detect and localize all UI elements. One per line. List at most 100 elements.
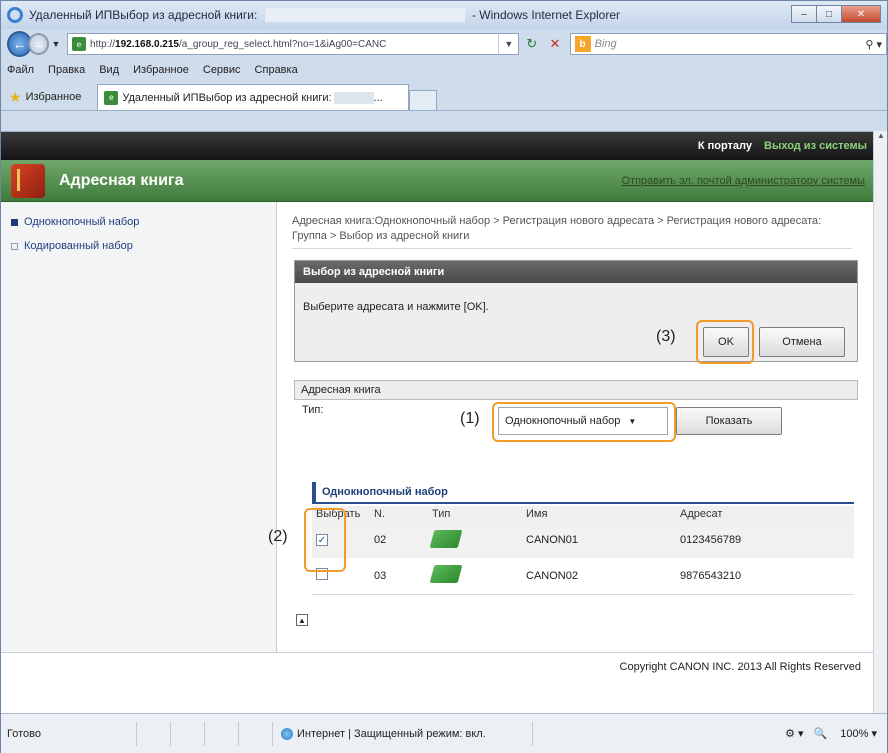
callout-ok-highlight bbox=[696, 320, 754, 364]
status-segment bbox=[205, 721, 239, 746]
maximize-button[interactable]: □ bbox=[816, 5, 842, 23]
mail-admin-link[interactable]: Отправить эл. почтой администратору сист… bbox=[621, 175, 865, 187]
page-title: Адресная книга bbox=[59, 171, 184, 189]
ie-logo-icon bbox=[7, 7, 23, 23]
security-zone[interactable]: Интернет | Защищенный режим: вкл. bbox=[273, 721, 533, 746]
table-header-row: Выбрать N. Тип Имя Адресат bbox=[312, 506, 854, 522]
search-placeholder: Bing bbox=[594, 38, 617, 50]
col-address: Адресат bbox=[676, 506, 854, 522]
security-zone-label: Интернет | Защищенный режим: вкл. bbox=[297, 727, 486, 740]
address-cell: 9876543210 bbox=[676, 558, 854, 595]
sidebar-item-coded-dial[interactable]: Кодированный набор bbox=[1, 234, 276, 258]
title-suffix: - Windows Internet Explorer bbox=[471, 7, 621, 22]
callout-label-1: (1) bbox=[460, 410, 480, 427]
menu-edit[interactable]: Правка bbox=[48, 64, 85, 76]
page-content: К порталу Выход из системы Адресная книг… bbox=[1, 131, 873, 713]
portal-bar: К порталу Выход из системы bbox=[1, 132, 873, 160]
col-number: N. bbox=[370, 506, 428, 522]
name-cell: CANON02 bbox=[522, 558, 676, 595]
sidebar-item-label: Однокнопочный набор bbox=[24, 216, 140, 228]
url-host: 192.168.0.215 bbox=[115, 38, 179, 50]
zoom-level: 100% bbox=[840, 728, 869, 740]
address-table: Выбрать N. Тип Имя Адресат ✓ 02 CANON01 … bbox=[312, 506, 854, 595]
tools-icon[interactable]: ⚙ ▾ bbox=[785, 727, 803, 740]
status-segment bbox=[239, 721, 273, 746]
menu-bar: Файл Правка Вид Избранное Сервис Справка bbox=[1, 59, 887, 81]
status-bar: Готово Интернет | Защищенный режим: вкл.… bbox=[1, 713, 887, 753]
one-touch-icon bbox=[429, 565, 463, 584]
page-scrollbar[interactable]: ▲ bbox=[873, 131, 887, 713]
breadcrumb: Адресная книга:Однокнопочный набор > Рег… bbox=[292, 214, 852, 249]
site-icon: e bbox=[72, 37, 87, 51]
favorites-bar: ★ Избранное e Удаленный ИПВыбор из адрес… bbox=[1, 81, 887, 111]
address-field[interactable]: e http://192.168.0.215/a_group_reg_selec… bbox=[67, 33, 520, 55]
one-touch-icon bbox=[429, 529, 463, 548]
show-button[interactable]: Показать bbox=[676, 407, 782, 435]
refresh-icon[interactable]: ↻ bbox=[521, 33, 542, 55]
status-segment bbox=[137, 721, 171, 746]
cancel-button[interactable]: Отмена bbox=[759, 327, 845, 357]
browser-tab[interactable]: e Удаленный ИПВыбор из адресной книги: .… bbox=[97, 84, 410, 110]
menu-file[interactable]: Файл bbox=[7, 64, 34, 76]
address-cell: 0123456789 bbox=[676, 522, 854, 558]
window-controls: – □ ✕ bbox=[791, 5, 881, 23]
menu-favorites[interactable]: Избранное bbox=[133, 64, 189, 76]
address-book-heading: Адресная книга bbox=[294, 380, 858, 400]
type-cell bbox=[428, 558, 522, 595]
favorites-button[interactable]: ★ Избранное bbox=[1, 84, 89, 110]
name-cell: CANON01 bbox=[522, 522, 676, 558]
to-portal-link[interactable]: К порталу bbox=[698, 140, 752, 152]
redacted-block bbox=[333, 91, 374, 104]
url-path: /a_group_reg_select.html?no=1&iAg00=CANC bbox=[178, 38, 387, 50]
redacted-block bbox=[264, 8, 465, 23]
tab-site-icon: e bbox=[104, 90, 119, 105]
table-row: 03 CANON02 9876543210 bbox=[312, 558, 854, 595]
forward-button[interactable]: → bbox=[28, 33, 50, 55]
panel-message: Выберите адресата и нажмите [OK]. bbox=[303, 301, 489, 313]
list-heading: Однокнопочный набор bbox=[312, 482, 854, 504]
search-field[interactable]: b Bing ⚲ ▾ bbox=[569, 33, 887, 55]
tab-ellipsis: ... bbox=[373, 91, 383, 104]
page-top-icon[interactable]: ▲ bbox=[296, 614, 308, 626]
sidebar-item-one-touch[interactable]: Однокнопочный набор bbox=[1, 210, 276, 234]
zoom-control[interactable]: 🔍 100% ▾ bbox=[814, 727, 877, 740]
menu-view[interactable]: Вид bbox=[99, 64, 119, 76]
minimize-button[interactable]: – bbox=[791, 5, 817, 23]
callout-select-highlight bbox=[492, 402, 676, 442]
table-row: ✓ 02 CANON01 0123456789 bbox=[312, 522, 854, 558]
copyright: Copyright CANON INC. 2013 All Rights Res… bbox=[1, 652, 873, 714]
main-content: Адресная книга:Однокнопочный набор > Рег… bbox=[268, 202, 873, 652]
type-label: Тип: bbox=[302, 404, 324, 416]
page-header: Адресная книга Отправить эл. почтой адми… bbox=[1, 160, 873, 202]
bing-icon: b bbox=[574, 36, 591, 52]
stop-icon[interactable]: ✕ bbox=[544, 33, 565, 55]
title-bar: Удаленный ИПВыбор из адресной книги: - W… bbox=[1, 1, 887, 29]
scroll-up-icon[interactable]: ▲ bbox=[874, 131, 888, 145]
menu-tools[interactable]: Сервис bbox=[203, 64, 241, 76]
logout-link[interactable]: Выход из системы bbox=[764, 140, 867, 152]
panel-title: Выбор из адресной книги bbox=[295, 261, 857, 283]
status-segment bbox=[171, 721, 205, 746]
callout-checkbox-highlight bbox=[304, 508, 346, 572]
title-prefix: Удаленный ИПВыбор из адресной книги: bbox=[29, 7, 258, 22]
history-dropdown-icon[interactable]: ▼ bbox=[51, 39, 63, 49]
address-book-icon bbox=[11, 163, 45, 198]
search-icon[interactable]: ⚲ ▾ bbox=[865, 38, 886, 51]
star-icon: ★ bbox=[9, 88, 22, 105]
new-tab-button[interactable] bbox=[409, 90, 438, 110]
close-button[interactable]: ✕ bbox=[841, 5, 881, 23]
callout-label-3: (3) bbox=[656, 328, 676, 345]
col-type: Тип bbox=[428, 506, 522, 522]
address-dropdown-icon[interactable]: ▼ bbox=[498, 34, 518, 54]
type-cell bbox=[428, 522, 522, 558]
browser-window: Удаленный ИПВыбор из адресной книги: - W… bbox=[0, 0, 888, 753]
menu-help[interactable]: Справка bbox=[255, 64, 298, 76]
navigation-bar: ← → ▼ e http://192.168.0.215/a_group_reg… bbox=[1, 29, 887, 59]
callout-label-2: (2) bbox=[268, 528, 288, 545]
sidebar-item-label: Кодированный набор bbox=[24, 240, 133, 252]
globe-icon bbox=[281, 727, 293, 740]
number-cell: 03 bbox=[370, 558, 428, 595]
status-ready: Готово bbox=[1, 721, 137, 746]
sidebar: Однокнопочный набор Кодированный набор bbox=[1, 202, 277, 652]
number-cell: 02 bbox=[370, 522, 428, 558]
